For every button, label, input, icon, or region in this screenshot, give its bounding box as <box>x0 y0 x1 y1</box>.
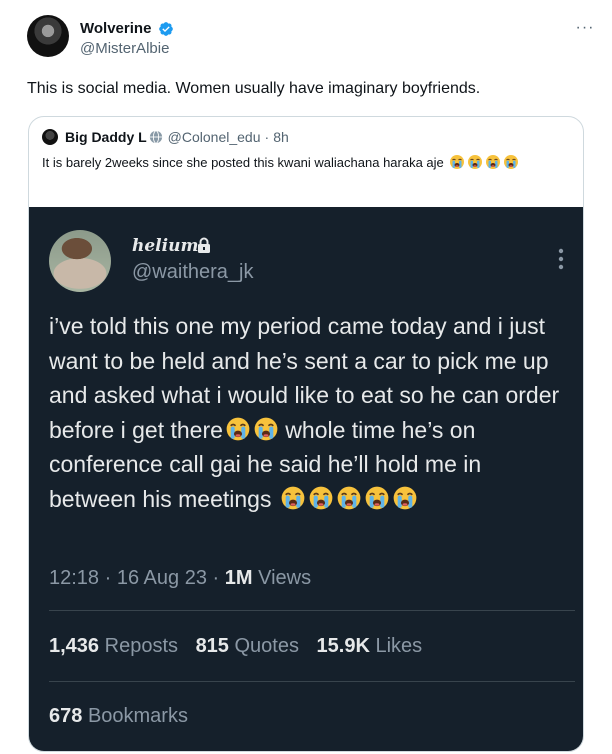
loudly-crying-face-emoji <box>254 417 278 440</box>
quote-text: It is barely 2weeks since she posted thi… <box>42 155 444 170</box>
lock-icon <box>198 237 210 253</box>
loudly-crying-face-emoji <box>468 155 483 169</box>
loudly-crying-face-emoji <box>393 486 417 509</box>
screenshot-emoji-group-2 <box>278 486 418 512</box>
reposts-label: Reposts <box>104 635 178 657</box>
quotes-label: Quotes <box>234 635 299 657</box>
tweet-card: Wolverine @MisterAlbie ··· This is socia… <box>0 0 612 754</box>
loudly-crying-face-emoji <box>281 486 305 509</box>
loudly-crying-face-emoji <box>337 486 361 509</box>
quote-author-name: Big Daddy L <box>65 129 147 145</box>
meta-separator: · <box>212 567 220 589</box>
screenshot-author-avatar <box>49 230 111 292</box>
affiliate-globe-icon <box>149 130 162 144</box>
quote-separator: · <box>264 129 270 145</box>
verified-badge-icon <box>159 22 173 36</box>
divider <box>49 681 575 682</box>
tweet-text: This is social media. Women usually have… <box>27 80 481 97</box>
loudly-crying-face-emoji <box>504 155 519 169</box>
loudly-crying-face-emoji <box>486 155 501 169</box>
bookmarks-count: 678 <box>49 705 83 727</box>
likes-label: Likes <box>375 635 423 657</box>
quote-text-block: It is barely 2weeks since she posted thi… <box>42 153 572 172</box>
views-count: 1M <box>224 567 253 589</box>
screenshot-meta: 12:18 · 16 Aug 23 · 1M Views <box>49 567 311 590</box>
views-label: Views <box>258 567 312 589</box>
quote-timestamp: 8h <box>273 129 289 145</box>
screenshot-author-handle: @waithera_jk <box>132 261 254 283</box>
screenshot-author-name: helium <box>132 236 199 256</box>
quote-header: Big Daddy L @Colonel_edu · 8h <box>42 128 289 146</box>
screenshot-time: 12:18 <box>49 567 100 589</box>
screenshot-image[interactable]: helium @waithera_jk i’ve told this one m… <box>29 207 583 751</box>
more-horizontal-icon[interactable]: ··· <box>574 20 596 36</box>
meta-separator: · <box>104 567 112 589</box>
quote-author-avatar <box>42 129 58 145</box>
quotes-count: 815 <box>195 635 229 657</box>
loudly-crying-face-emoji <box>309 486 333 509</box>
quote-emoji-group <box>447 155 519 170</box>
bookmarks-stats: 678 Bookmarks <box>49 705 188 728</box>
author-handle[interactable]: @MisterAlbie <box>80 40 169 57</box>
author-avatar[interactable] <box>27 15 69 57</box>
author-name[interactable]: Wolverine <box>80 20 151 37</box>
engagement-stats: 1,436 Reposts 815 Quotes 15.9K Likes <box>49 635 422 658</box>
loudly-crying-face-emoji <box>365 486 389 509</box>
screenshot-date: 16 Aug 23 <box>116 567 207 589</box>
screenshot-post-text: i’ve told this one my period came today … <box>49 309 569 516</box>
bookmarks-label: Bookmarks <box>87 705 188 727</box>
more-vertical-icon <box>558 248 564 270</box>
screenshot-emoji-group-1 <box>223 417 279 443</box>
reposts-count: 1,436 <box>49 635 100 657</box>
quote-author-handle: @Colonel_edu <box>167 129 261 145</box>
quoted-tweet[interactable]: Big Daddy L @Colonel_edu · 8h It is bare… <box>28 116 584 752</box>
divider <box>49 610 575 611</box>
loudly-crying-face-emoji <box>226 417 250 440</box>
likes-count: 15.9K <box>316 635 370 657</box>
loudly-crying-face-emoji <box>450 155 465 169</box>
